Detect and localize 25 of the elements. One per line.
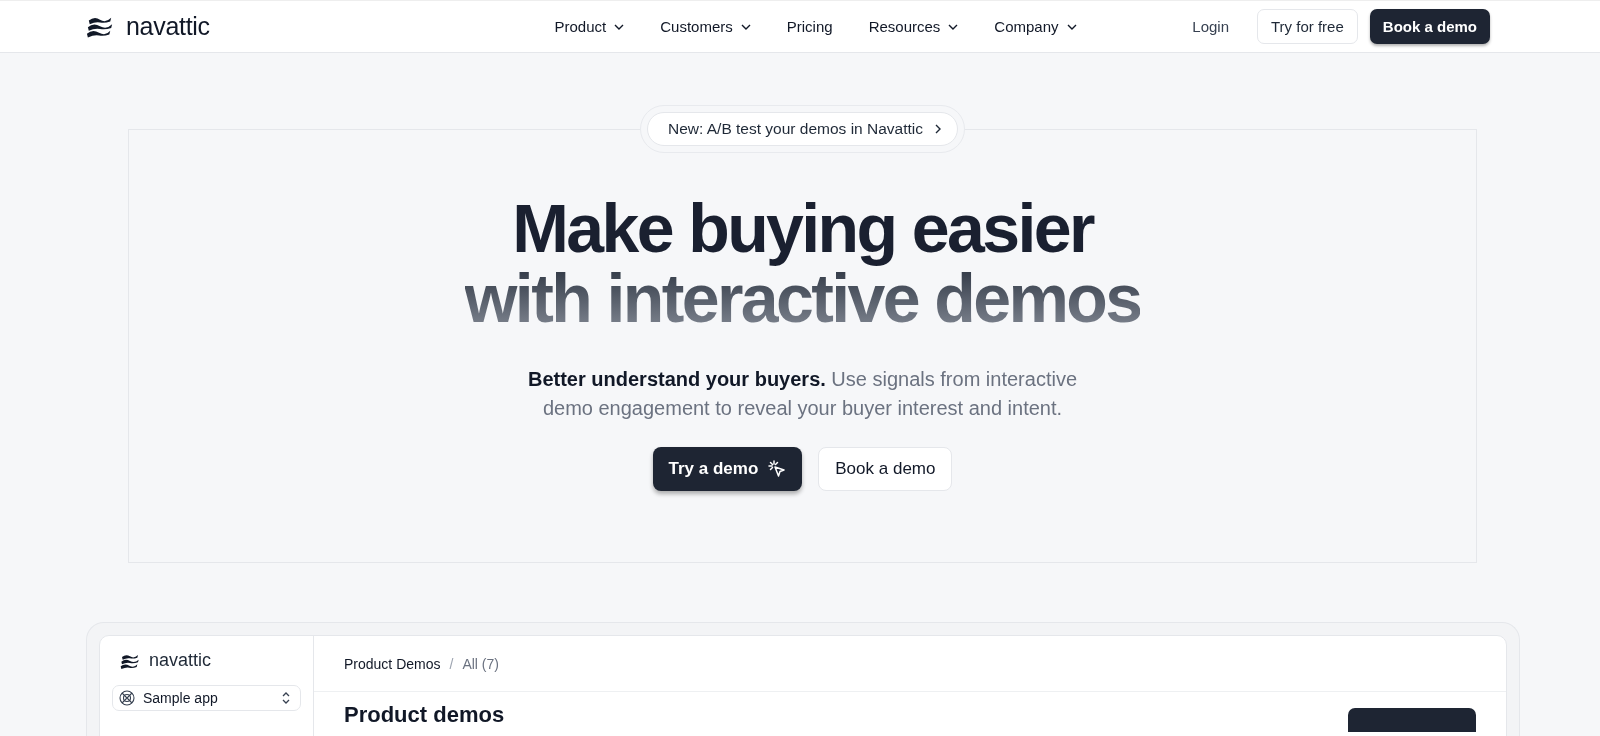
toolbar-button[interactable] [1348, 708, 1476, 732]
nav-item[interactable]: Product [536, 12, 643, 41]
breadcrumb-link[interactable]: Product Demos [344, 655, 441, 672]
book-demo-button[interactable]: Book a demo [818, 447, 953, 491]
breadcrumb-current: All (7) [462, 655, 499, 672]
logo-icon [86, 15, 114, 38]
nav-item[interactable]: Resources [850, 12, 977, 41]
logo-text: navattic [126, 12, 210, 41]
breadcrumb-separator: / [449, 655, 454, 672]
chevron-up-down-icon [282, 692, 290, 704]
try-demo-button[interactable]: Try a demo [652, 447, 803, 491]
nav-item[interactable]: Pricing [768, 12, 851, 41]
workspace-selector[interactable]: Sample app [112, 685, 301, 711]
cursor-click-icon [768, 460, 787, 478]
announcement-badge[interactable]: New: A/B test your demos in Navattic [647, 112, 958, 146]
login-link[interactable]: Login [1176, 12, 1245, 41]
book-demo-button[interactable]: Book a demo [1369, 9, 1490, 44]
nav-item[interactable]: Customers [642, 12, 769, 41]
subtitle: Better understand your buyers. Use signals from interactive demo engagement to reveal your buyer interest and intent. [526, 367, 1078, 421]
logo-text: navattic [149, 650, 212, 671]
nav-item[interactable]: Company [976, 12, 1095, 41]
page-heading: Product demos [344, 702, 505, 728]
logo-icon [120, 652, 140, 669]
try-for-free-button[interactable]: Try for free [1257, 9, 1358, 44]
chevron-right-icon [935, 124, 941, 134]
